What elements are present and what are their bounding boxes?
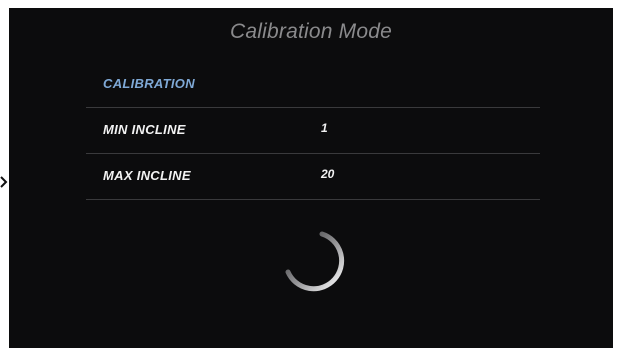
calibration-header-label: CALIBRATION — [103, 76, 195, 91]
calibration-table: CALIBRATION MIN INCLINE 1 MAX INCLINE 20 — [86, 62, 540, 200]
page-title: Calibration Mode — [230, 20, 392, 43]
min-incline-value: 1 — [321, 121, 328, 135]
max-incline-label: MAX INCLINE — [103, 168, 191, 183]
min-incline-label: MIN INCLINE — [103, 122, 186, 137]
table-row-max-incline: MAX INCLINE 20 — [86, 154, 540, 200]
left-edge-arrow-icon — [0, 176, 8, 188]
spinner-icon — [285, 231, 345, 292]
max-incline-value: 20 — [321, 167, 335, 181]
calibration-header-row: CALIBRATION — [86, 62, 540, 108]
calibration-screen: Calibration Mode CALIBRATION MIN INCLINE… — [9, 8, 613, 348]
table-row-min-incline: MIN INCLINE 1 — [86, 108, 540, 154]
